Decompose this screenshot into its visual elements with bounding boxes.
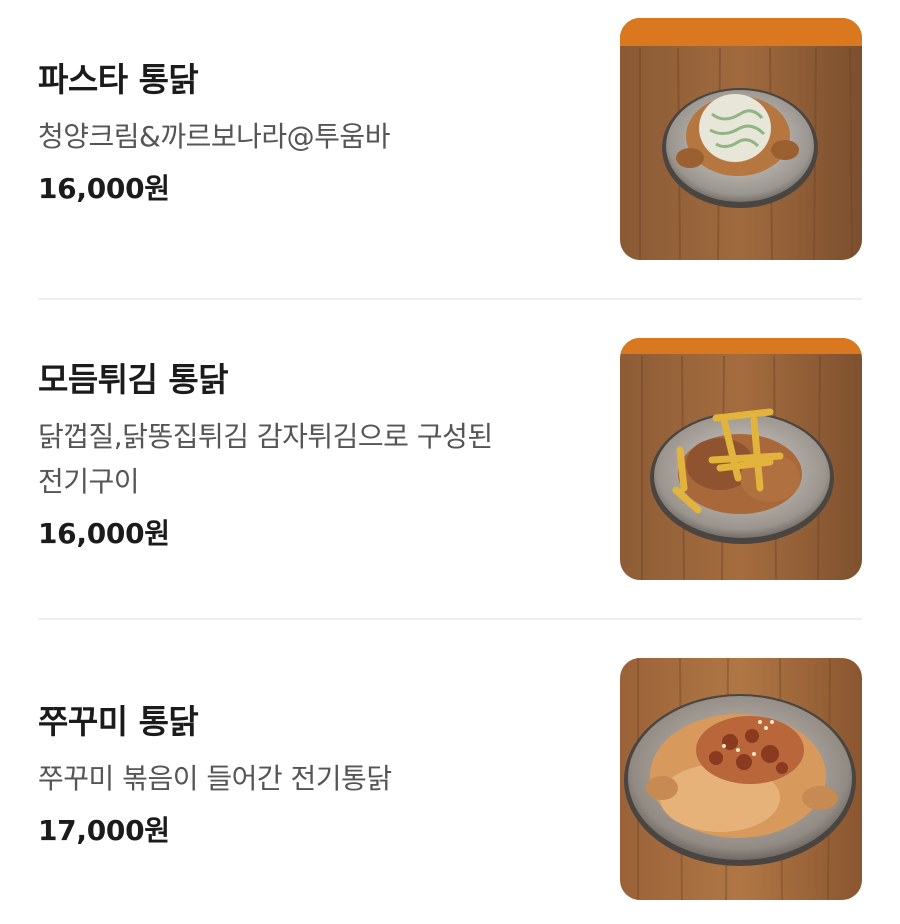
menu-item-description: 쭈꾸미 볶음이 들어간 전기통닭 bbox=[38, 756, 598, 801]
menu-item-description: 청양크림&까르보나라@투움바 bbox=[38, 114, 598, 159]
menu-item-description-line: 닭껍질,닭똥집튀김 감자튀김으로 구성된 bbox=[38, 420, 493, 453]
menu-item-info: 모듬튀김 통닭 닭껍질,닭똥집튀김 감자튀김으로 구성된 전기구이 16,000… bbox=[38, 358, 598, 554]
menu-item-price: 17,000원 bbox=[38, 814, 170, 847]
menu-item[interactable]: 파스타 통닭 청양크림&까르보나라@투움바 16,000원 bbox=[38, 18, 862, 263]
menu-item-description-line: 전기구이 bbox=[38, 465, 140, 498]
divider bbox=[38, 618, 862, 620]
menu-item-description: 닭껍질,닭똥집튀김 감자튀김으로 구성된 전기구이 bbox=[38, 414, 598, 504]
menu-item-photo[interactable] bbox=[620, 658, 862, 900]
pasta-chicken-photo bbox=[620, 18, 862, 260]
menu-item-price: 16,000원 bbox=[38, 172, 170, 205]
menu-item-description-line: 청양크림&까르보나라@투움바 bbox=[38, 120, 390, 153]
webfoot-octopus-chicken-photo bbox=[620, 658, 862, 900]
fried-assortment-chicken-photo bbox=[620, 338, 862, 580]
menu-item-title: 파스타 통닭 bbox=[38, 60, 199, 99]
menu-item-price: 16,000원 bbox=[38, 517, 170, 550]
divider bbox=[38, 298, 862, 300]
menu-item-info: 쭈꾸미 통닭 쭈꾸미 볶음이 들어간 전기통닭 17,000원 bbox=[38, 700, 598, 851]
menu-list: 파스타 통닭 청양크림&까르보나라@투움바 16,000원 모듬튀김 통닭 닭껍… bbox=[0, 0, 900, 924]
menu-item-info: 파스타 통닭 청양크림&까르보나라@투움바 16,000원 bbox=[38, 58, 598, 209]
menu-item-photo[interactable] bbox=[620, 338, 862, 580]
menu-item-title: 쭈꾸미 통닭 bbox=[38, 702, 199, 741]
menu-item[interactable]: 쭈꾸미 통닭 쭈꾸미 볶음이 들어간 전기통닭 17,000원 bbox=[38, 658, 862, 903]
menu-item-title: 모듬튀김 통닭 bbox=[38, 360, 229, 399]
menu-item-description-line: 쭈꾸미 볶음이 들어간 전기통닭 bbox=[38, 762, 392, 795]
menu-item-photo[interactable] bbox=[620, 18, 862, 260]
menu-item[interactable]: 모듬튀김 통닭 닭껍질,닭똥집튀김 감자튀김으로 구성된 전기구이 16,000… bbox=[38, 338, 862, 583]
